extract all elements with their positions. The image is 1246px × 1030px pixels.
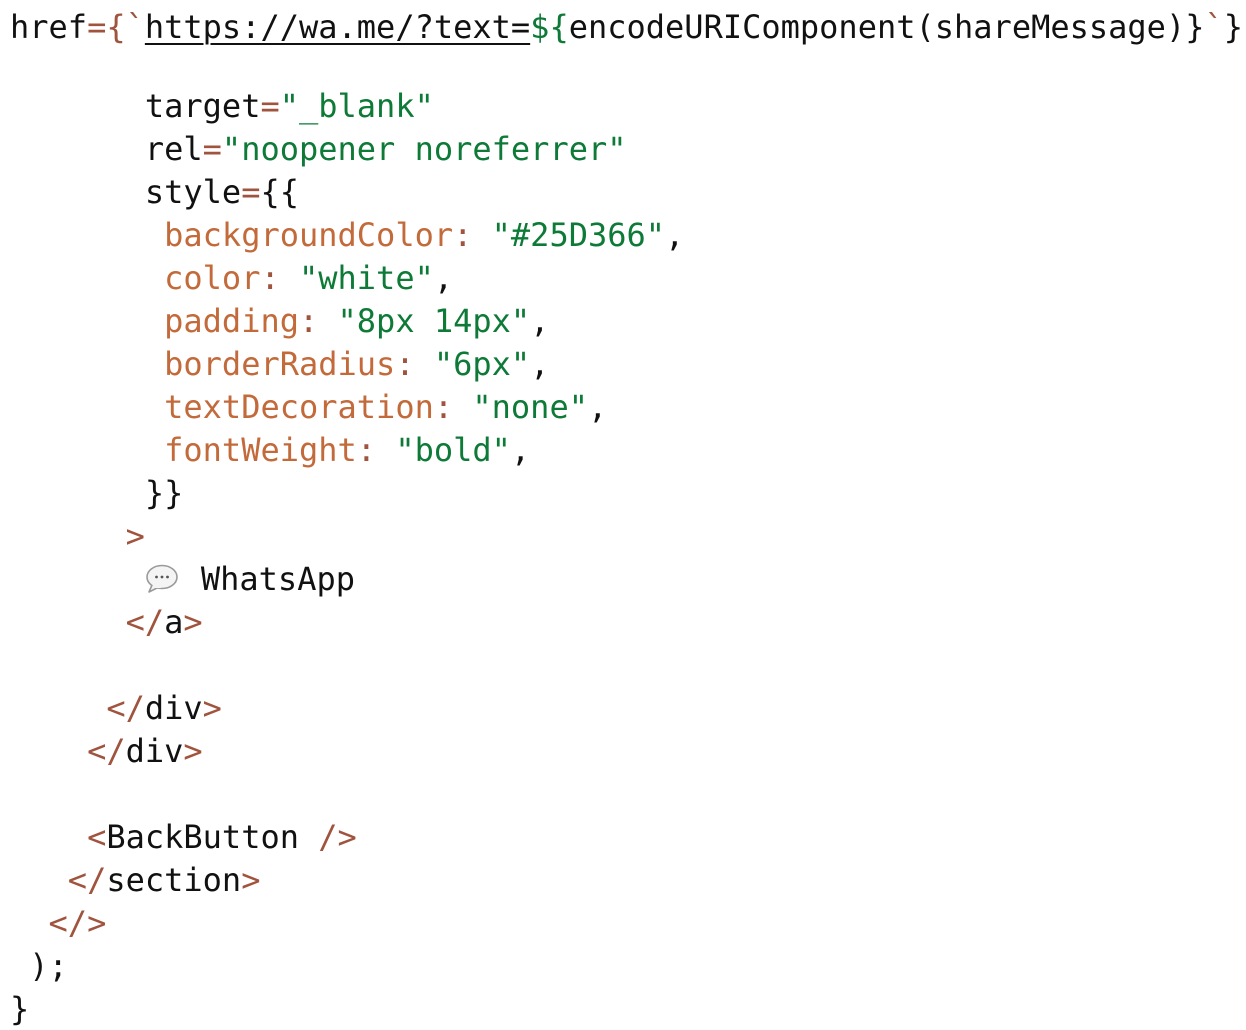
code-token: }} xyxy=(10,474,184,512)
code-line: color: "white", xyxy=(10,257,453,299)
code-token: ` xyxy=(1204,8,1224,46)
code-line: </section> xyxy=(10,859,261,901)
code-editor[interactable]: href={`https://wa.me/?text=${encodeURICo… xyxy=(0,0,1246,1028)
code-token: fontWeight xyxy=(10,431,357,469)
code-line: padding: "8px 14px", xyxy=(10,300,549,342)
code-token: rel xyxy=(10,130,203,168)
code-token: "noopener noreferrer" xyxy=(221,130,627,168)
code-token: /> xyxy=(318,818,357,856)
code-token: } xyxy=(10,990,30,1028)
code-line: href={`https://wa.me/?text=${encodeURICo… xyxy=(10,6,1243,48)
code-token: < xyxy=(10,818,107,856)
code-line: } xyxy=(10,988,29,1030)
code-token: : xyxy=(260,259,299,297)
code-line: </div> xyxy=(10,687,222,729)
code-token: "none" xyxy=(472,388,588,426)
code-line: <BackButton /> xyxy=(10,816,357,858)
code-token: target xyxy=(10,87,261,125)
code-token: = xyxy=(241,173,261,211)
code-line: </a> xyxy=(10,601,203,643)
code-token: "6px" xyxy=(433,345,531,383)
code-token: : xyxy=(395,345,434,383)
code-line: > xyxy=(10,515,145,557)
code-token: </ xyxy=(10,603,165,641)
code-token: = xyxy=(202,130,222,168)
code-line: }} xyxy=(10,472,184,514)
code-token: a xyxy=(164,603,184,641)
code-token: , xyxy=(530,302,550,340)
code-token: "bold" xyxy=(395,431,511,469)
code-token: BackButton xyxy=(106,818,319,856)
code-line: </> xyxy=(10,902,107,944)
code-line: rel="noopener noreferrer" xyxy=(10,128,627,170)
code-token: : xyxy=(433,388,473,426)
code-line: WhatsApp xyxy=(10,558,355,600)
code-token: , xyxy=(665,216,685,254)
code-token: backgroundColor xyxy=(10,216,454,254)
code-token: encodeURIComponent(shareMessage) xyxy=(568,8,1186,46)
code-line: backgroundColor: "#25D366", xyxy=(10,214,684,256)
code-token: ` xyxy=(125,8,145,46)
code-token: , xyxy=(510,431,531,469)
code-token: href xyxy=(10,8,88,46)
code-line: borderRadius: "6px", xyxy=(10,343,549,385)
code-token: section xyxy=(106,861,242,899)
code-line: target="_blank" xyxy=(10,85,434,127)
code-token: } xyxy=(1223,8,1243,46)
code-token: ={ xyxy=(87,8,126,46)
speech-bubble-icon xyxy=(145,564,179,594)
code-token: "8px 14px" xyxy=(337,302,531,340)
code-line: fontWeight: "bold", xyxy=(10,429,530,471)
code-token: "#25D366" xyxy=(491,216,666,254)
code-token: </ xyxy=(10,689,145,727)
code-token: </ xyxy=(10,732,126,770)
code-token: : xyxy=(298,302,338,340)
code-token: borderRadius xyxy=(10,345,396,383)
code-token: </ xyxy=(10,861,107,899)
code-token: ); xyxy=(10,947,68,985)
code-token: > xyxy=(241,861,261,899)
code-token: , xyxy=(530,345,550,383)
code-token: = xyxy=(260,87,280,125)
code-line: style={{ xyxy=(10,171,299,213)
code-token: textDecoration xyxy=(10,388,434,426)
code-token: "_blank" xyxy=(279,87,434,125)
url-link[interactable]: https://wa.me/?text= xyxy=(145,8,530,46)
code-token: : xyxy=(356,431,396,469)
code-token: style xyxy=(10,173,242,211)
code-token: </> xyxy=(10,904,107,942)
code-line: </div> xyxy=(10,730,203,772)
code-token: WhatsApp xyxy=(200,560,355,598)
code-token: > xyxy=(183,603,203,641)
code-token: ${ xyxy=(530,8,569,46)
code-line: textDecoration: "none", xyxy=(10,386,607,428)
code-token: > xyxy=(202,689,222,727)
code-token: color xyxy=(10,259,261,297)
code-line: ); xyxy=(10,945,68,987)
code-token: , xyxy=(433,259,454,297)
code-token: {{ xyxy=(260,173,299,211)
code-token: > xyxy=(183,732,203,770)
code-token: div xyxy=(144,689,203,727)
code-token: padding xyxy=(10,302,299,340)
code-token: } xyxy=(1185,8,1205,46)
code-token: : xyxy=(453,216,492,254)
code-token: "white" xyxy=(298,259,434,297)
code-token: div xyxy=(125,732,184,770)
code-token: , xyxy=(587,388,608,426)
code-token: > xyxy=(10,517,145,555)
